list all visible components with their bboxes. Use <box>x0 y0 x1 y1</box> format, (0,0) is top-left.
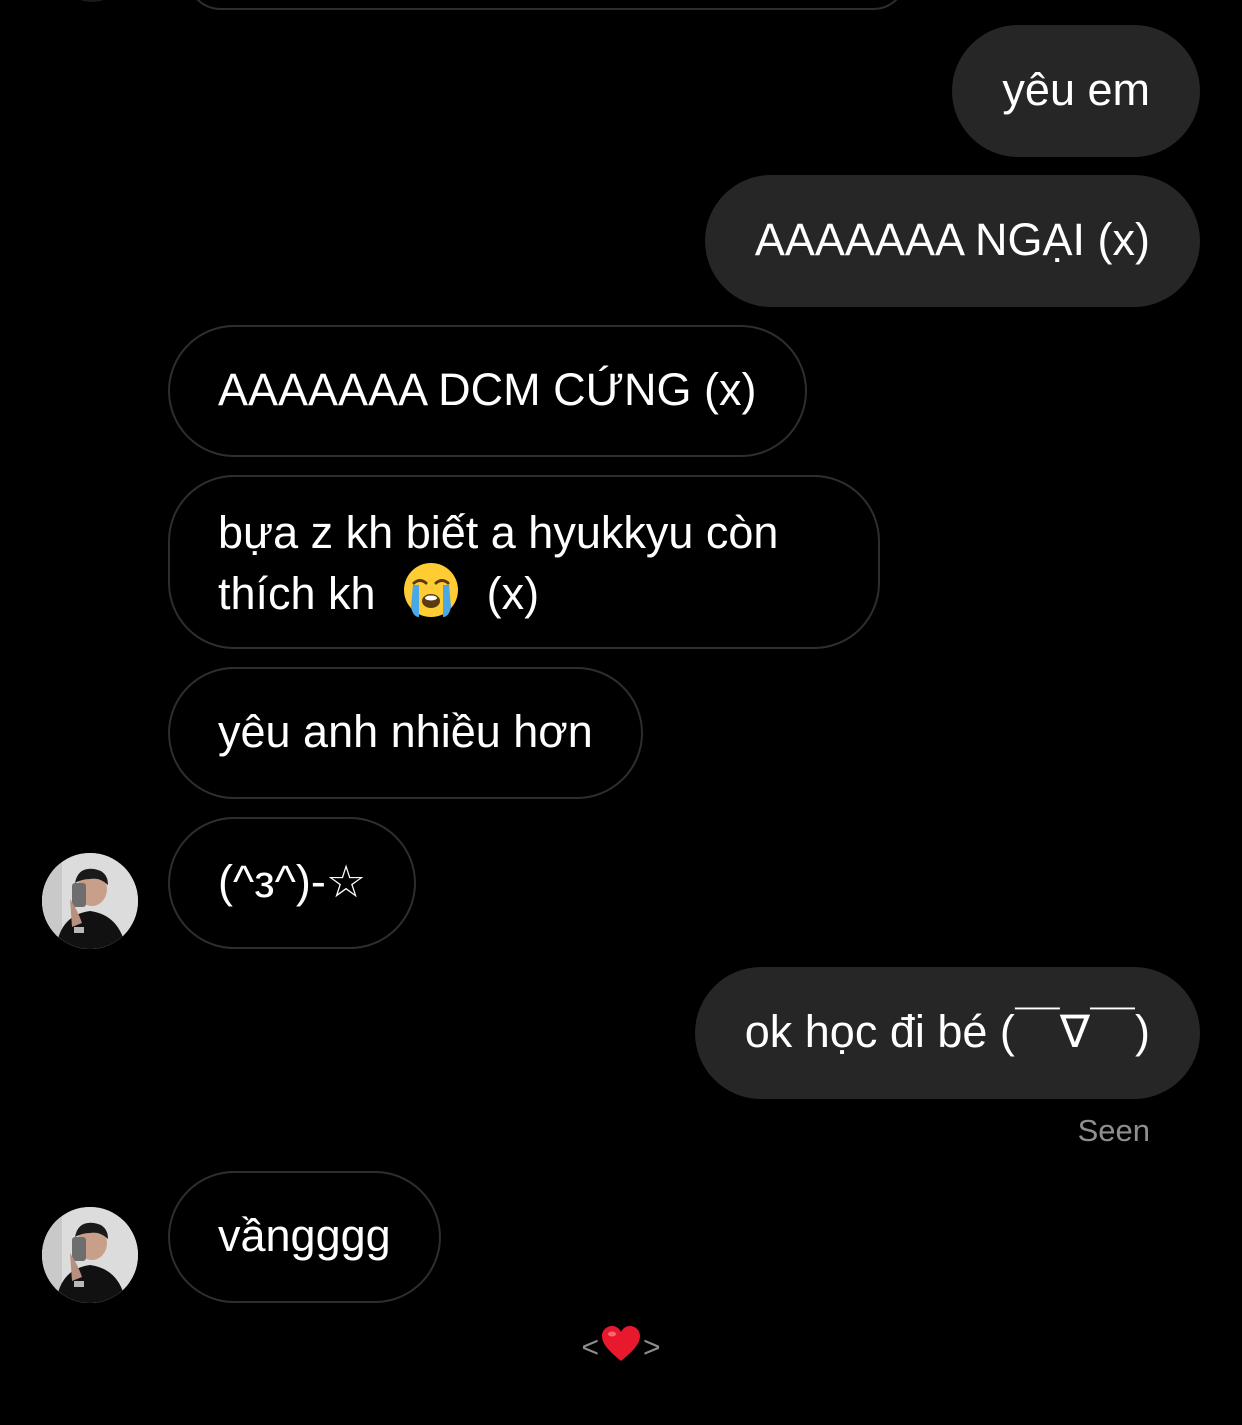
message-text: ok học đi bé (￣∇￣) <box>744 1006 1150 1057</box>
loudly-crying-face-icon <box>402 563 473 619</box>
message-bubble-incoming[interactable]: (^з^)-☆ <box>168 817 417 949</box>
seen-status: Seen <box>1077 1113 1150 1148</box>
message-bubble-incoming[interactable]: bựa z kh biết a hyukkyu còn thích kh (x) <box>168 475 880 649</box>
message-text: AAAAAAA DCM CỨNG (x) <box>218 364 757 415</box>
message-bubble-outgoing[interactable]: AAAAAAA NGẠI (x) <box>704 175 1200 307</box>
message-bubble-incoming[interactable]: AAAAAAA DCM CỨNG (x) <box>168 325 807 457</box>
message-text: yêu em <box>1002 64 1150 115</box>
avatar[interactable] <box>42 853 138 949</box>
message-text: thích kh <box>218 568 376 619</box>
message-bubble-outgoing[interactable]: yêu em <box>952 25 1200 157</box>
prev-arrow-icon[interactable]: < <box>581 1331 599 1365</box>
message-text-line: thích kh (x) <box>218 561 830 622</box>
message-text: vầngggg <box>218 1210 391 1261</box>
message-text: bựa z kh biết a hyukkyu còn <box>218 507 779 558</box>
reaction-navigator[interactable]: < > <box>577 1326 665 1370</box>
message-bubble-outgoing[interactable]: ok học đi bé (￣∇￣) <box>694 967 1200 1099</box>
next-arrow-icon[interactable]: > <box>643 1331 661 1365</box>
message-text: AAAAAAA NGẠI (x) <box>754 214 1150 265</box>
message-bubble-incoming[interactable]: yêu anh nhiều hơn <box>168 667 643 799</box>
message-text: yêu anh nhiều hơn <box>218 706 593 757</box>
message-text: (x) <box>486 568 540 619</box>
message-bubble-incoming[interactable]: vầngggg <box>168 1171 441 1303</box>
heart-icon[interactable] <box>601 1325 641 1371</box>
avatar-photo <box>42 853 138 949</box>
avatar[interactable] <box>56 0 128 2</box>
avatar-photo <box>42 1207 138 1303</box>
message-text: (^з^)-☆ <box>218 856 367 907</box>
message-bubble-incoming[interactable] <box>186 0 908 10</box>
avatar[interactable] <box>42 1207 138 1303</box>
